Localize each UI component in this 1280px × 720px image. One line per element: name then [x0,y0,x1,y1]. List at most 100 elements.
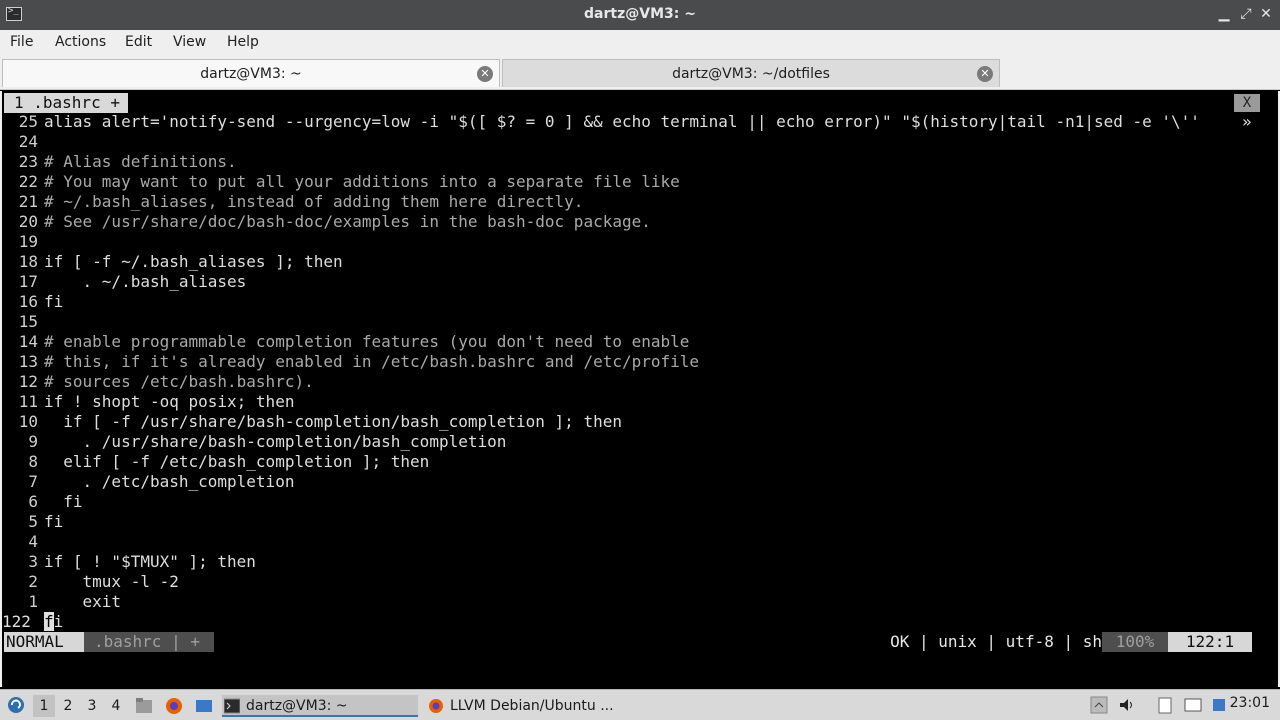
vim-line[interactable]: 8 elif [ -f /etc/bash_completion ]; then [2,452,1278,472]
line-number: 12 [18,372,38,391]
task-label: LLVM Debian/Ubuntu ... [450,698,614,714]
workspace-3[interactable]: 3 [81,695,103,717]
line-number: 16 [18,292,38,311]
code-text: # this, if it's already enabled in /etc/… [44,352,700,371]
code-text: tmux -l -2 [44,572,179,591]
menu-actions[interactable]: Actions [55,34,106,50]
tray-up-icon[interactable] [1090,696,1108,714]
menu-file[interactable]: File [10,34,33,50]
file-manager-icon[interactable] [134,695,154,717]
vim-line[interactable]: 17 . ~/.bash_aliases [2,272,1278,292]
line-number: 6 [28,492,38,511]
vim-buffer-tab[interactable]: 1 .bashrc + [4,93,128,113]
code-text: # enable programmable completion feature… [44,332,690,351]
vim-line[interactable]: 15 [2,312,1278,332]
code-text: elif [ -f /etc/bash_completion ]; then [44,452,430,471]
line-number: 17 [18,272,38,291]
code-text: if ! shopt -oq posix; then [44,392,295,411]
tab-close-icon[interactable]: ✕ [977,66,993,82]
workspace-1[interactable]: 1 [33,695,55,717]
code-text: if [ -f ~/.bash_aliases ]; then [44,252,343,271]
menu-bar: File Actions Edit View Help [0,30,1280,56]
line-number: 18 [18,252,38,271]
vim-line[interactable]: 25 alias alert='notify-send --urgency=low… [2,112,1278,132]
vim-line[interactable]: 11 if ! shopt -oq posix; then [2,392,1278,412]
vim-line[interactable]: 3 if [ ! "$TMUX" ]; then [2,552,1278,572]
line-number: 21 [18,192,38,211]
clipboard-icon[interactable] [1156,696,1174,714]
terminal-icon [224,698,240,714]
task-firefox[interactable]: LLVM Debian/Ubuntu ... [426,695,626,717]
line-number: 2 [28,572,38,591]
vim-current-line[interactable]: 122 fi [2,612,1278,632]
vim-line[interactable]: 5 fi [2,512,1278,532]
keyboard-icon[interactable] [1184,696,1202,714]
task-terminal[interactable]: dartz@VM3: ~ [222,695,418,717]
status-mode: NORMAL [4,632,84,652]
vim-line[interactable]: 16 fi [2,292,1278,312]
line-number: 19 [18,232,38,251]
vim-line[interactable]: 1 exit [2,592,1278,612]
code-text: # Alias definitions. [44,152,237,171]
task-label: dartz@VM3: ~ [246,698,348,714]
code-text: . /usr/share/bash-completion/bash_comple… [44,432,507,451]
menu-edit[interactable]: Edit [125,34,152,50]
tab-home[interactable]: dartz@VM3: ~ ✕ [2,59,500,87]
code-text: # See /usr/share/doc/bash-doc/examples i… [44,212,651,231]
network-icon[interactable] [1210,696,1228,714]
line-number: 23 [18,152,38,171]
vim-line[interactable]: 22 # You may want to put all your additio… [2,172,1278,192]
vim-line[interactable]: 24 [2,132,1278,152]
vim-line[interactable]: 4 [2,532,1278,552]
minimize-button[interactable]: ▁ [1216,5,1232,23]
firefox-icon[interactable] [164,695,184,717]
vim-line[interactable]: 18 if [ -f ~/.bash_aliases ]; then [2,252,1278,272]
line-number: 122 [2,612,31,631]
line-number: 8 [28,452,38,471]
close-button[interactable]: ✕ [1258,5,1274,23]
tab-close-icon[interactable]: ✕ [477,66,493,82]
vim-line[interactable]: 10 if [ -f /usr/share/bash-completion/ba… [2,412,1278,432]
line-overflow-marker: » [1242,112,1252,131]
line-number: 11 [18,392,38,411]
code-text: . ~/.bash_aliases [44,272,247,291]
vim-line[interactable]: 12 # sources /etc/bash.bashrc). [2,372,1278,392]
vim-close-button[interactable]: X [1234,94,1260,112]
line-number: 1 [28,592,38,611]
vim-line[interactable]: 23 # Alias definitions. [2,152,1278,172]
vim-line[interactable]: 9 . /usr/share/bash-completion/bash_comp… [2,432,1278,452]
workspace-4[interactable]: 4 [105,695,127,717]
vim-line[interactable]: 14 # enable programmable completion featu… [2,332,1278,352]
start-menu-icon[interactable] [6,694,26,716]
code-text: # You may want to put all your additions… [44,172,680,191]
volume-icon[interactable] [1118,696,1136,714]
menu-help[interactable]: Help [227,34,259,50]
vim-line[interactable]: 13 # this, if it's already enabled in /et… [2,352,1278,372]
menu-view[interactable]: View [173,34,206,50]
vim-line[interactable]: 20 # See /usr/share/doc/bash-doc/examples… [2,212,1278,232]
text-cursor: f [44,612,54,631]
desktop-icon[interactable] [194,695,214,717]
firefox-icon [429,699,443,713]
vim-status-line: NORMAL .bashrc | + OK | unix | utf-8 | s… [4,632,1252,652]
line-number: 5 [28,512,38,531]
tab-label: dartz@VM3: ~ [200,66,302,82]
vim-line[interactable]: 7 . /etc/bash_completion [2,472,1278,492]
vim-line[interactable]: 2 tmux -l -2 [2,572,1278,592]
line-number: 9 [28,432,38,451]
workspace-2[interactable]: 2 [57,695,79,717]
code-text: fi [44,292,64,311]
terminal-area[interactable]: 1 .bashrc + X 25 alias alert='notify-send… [0,91,1280,687]
line-number: 24 [18,132,38,151]
code-text: fi [44,612,64,631]
vim-line[interactable]: 6 fi [2,492,1278,512]
code-text: # ~/.bash_aliases, instead of adding the… [44,192,584,211]
vim-line[interactable]: 19 [2,232,1278,252]
tab-dotfiles[interactable]: dartz@VM3: ~/dotfiles ✕ [502,59,1000,87]
title-bar: dartz@VM3: ~ ▁ ⤢ ✕ [0,0,1280,30]
vim-line[interactable]: 21 # ~/.bash_aliases, instead of adding t… [2,192,1278,212]
code-text: exit [44,592,122,611]
line-number: 22 [18,172,38,191]
status-position: 122:1 [1168,632,1252,652]
maximize-button[interactable]: ⤢ [1238,5,1254,23]
